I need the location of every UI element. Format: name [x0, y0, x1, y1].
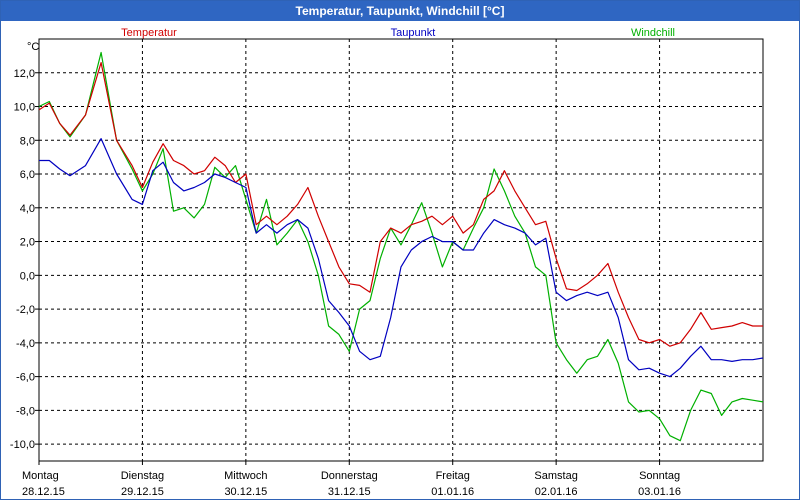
y-tick-label: -6,0	[16, 372, 35, 384]
y-tick-label: 6,0	[20, 169, 35, 181]
x-tick-date: 02.01.16	[535, 486, 578, 498]
y-axis: 12,0 10,0 8,0 6,0 4,0 2,0 0,0 -2,0 -4,0 -6,0 -8,0 -…	[10, 68, 39, 451]
y-tick-label: 2,0	[20, 237, 35, 249]
series-line-windchill	[38, 51, 764, 442]
legend-entry-taupunkt: Taupunkt	[391, 27, 436, 39]
y-tick-label: -10,0	[10, 439, 35, 451]
y-tick-label: 0,0	[20, 270, 35, 282]
y-tick-label: 10,0	[14, 102, 35, 114]
x-tick-date: 01.01.16	[431, 486, 474, 498]
legend-entry-temperatur: Temperatur	[121, 27, 177, 39]
x-tick-day: Montag	[22, 470, 59, 482]
x-tick-date: 29.12.15	[121, 486, 164, 498]
x-tick-day: Sonntag	[639, 470, 680, 482]
x-tick-day: Samstag	[534, 470, 577, 482]
y-tick-label: -8,0	[16, 405, 35, 417]
y-tick-label: 8,0	[20, 135, 35, 147]
grid	[39, 39, 763, 461]
x-tick-date: 03.01.16	[638, 486, 681, 498]
series-lines	[38, 51, 764, 442]
y-axis-label: °C	[27, 41, 39, 53]
line-chart: 12,0 10,0 8,0 6,0 4,0 2,0 0,0 -2,0 -4,0 -6,0 -8,0 -…	[10, 27, 764, 498]
y-tick-label: -2,0	[16, 304, 35, 316]
series-line-temperatur	[38, 61, 763, 347]
legend: Temperatur Taupunkt Windchill	[121, 27, 675, 39]
plot-area	[38, 38, 764, 462]
x-tick-date: 28.12.15	[22, 486, 65, 498]
x-axis: Montag 28.12.15 Dienstag 29.12.15 Mittwoch 30…	[22, 461, 681, 498]
x-tick-day: Mittwoch	[224, 470, 267, 482]
legend-entry-windchill: Windchill	[631, 27, 675, 39]
x-tick-day: Freitag	[436, 470, 470, 482]
chart-window: Temperatur, Taupunkt, Windchill [°C] 12,…	[0, 0, 800, 500]
x-tick-day: Donnerstag	[321, 470, 378, 482]
x-tick-date: 30.12.15	[224, 486, 267, 498]
y-tick-label: 4,0	[20, 203, 35, 215]
y-tick-label: -4,0	[16, 338, 35, 350]
y-tick-label: 12,0	[14, 68, 35, 80]
x-tick-day: Dienstag	[121, 470, 164, 482]
x-tick-date: 31.12.15	[328, 486, 371, 498]
